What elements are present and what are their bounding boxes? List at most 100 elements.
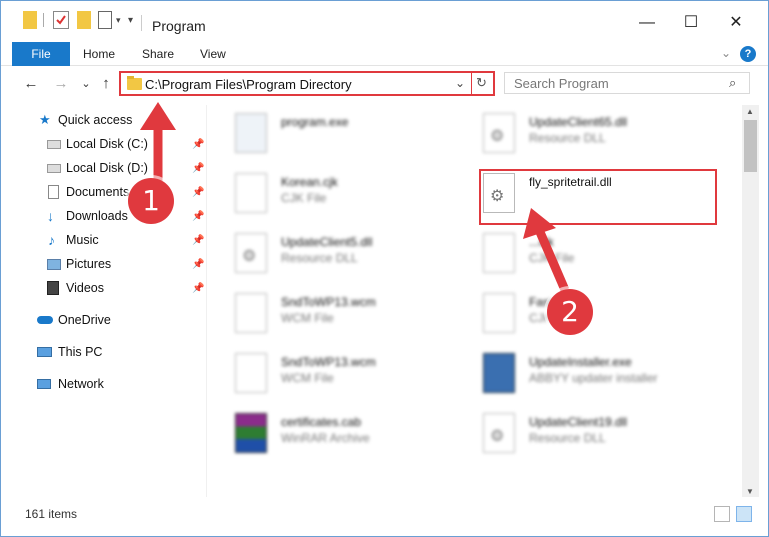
- item-count: 161 items: [25, 507, 78, 521]
- file-list: program.exe UpdateClient65.dll Resource …: [207, 105, 742, 497]
- exe-icon: [235, 113, 267, 153]
- qat-dropdown-icon[interactable]: ▾: [116, 15, 121, 33]
- list-item[interactable]: UpdateClient5.dll Resource DLL: [235, 231, 475, 287]
- ribbon-expand-icon[interactable]: ⌄: [721, 46, 731, 60]
- tab-home[interactable]: Home: [83, 42, 115, 66]
- file-name: SndToWP13.wcm: [281, 355, 376, 369]
- dll-icon: [483, 113, 515, 153]
- up-button[interactable]: ↑: [96, 74, 116, 94]
- sidebar-item-label: Local Disk (D:): [66, 161, 148, 175]
- maximize-button[interactable]: ☐: [671, 9, 711, 37]
- drive-icon: [47, 164, 61, 173]
- qat-more-icon[interactable]: ▾: [128, 15, 133, 33]
- star-icon: ★: [39, 112, 51, 127]
- search-icon[interactable]: ⌕: [729, 75, 736, 91]
- list-item[interactable]: Fast....cjk CJK File: [483, 291, 723, 347]
- step-1-badge: 1: [128, 178, 174, 224]
- sidebar-item-label: Music: [66, 233, 99, 247]
- file-name: certificates.cab: [281, 415, 362, 429]
- file-name: UpdateClient19.dll: [529, 415, 628, 429]
- pin-icon[interactable]: 📌: [192, 259, 204, 270]
- pin-icon[interactable]: 📌: [192, 163, 204, 174]
- file-name: SndToWP13.wcm: [281, 295, 376, 309]
- sidebar-item-label: Network: [58, 377, 104, 391]
- network-icon: [37, 379, 51, 389]
- tab-view[interactable]: View: [200, 42, 226, 66]
- pin-icon[interactable]: 📌: [192, 139, 204, 150]
- documents-icon: [48, 185, 59, 199]
- refresh-icon[interactable]: ↻: [476, 75, 487, 91]
- details-view-icon[interactable]: [714, 506, 730, 522]
- title-separator: [141, 15, 142, 31]
- pin-icon[interactable]: 📌: [192, 283, 204, 294]
- downloads-icon: ↓: [47, 208, 54, 224]
- folder-icon: [23, 11, 37, 29]
- list-item[interactable]: certificates.cab WinRAR Archive: [235, 411, 475, 467]
- close-button[interactable]: ✕: [716, 9, 756, 37]
- list-item[interactable]: ...cjk CJK File: [483, 231, 723, 287]
- qat-separator: [43, 13, 44, 27]
- address-separator: [471, 73, 472, 94]
- file-icon: [235, 353, 267, 393]
- address-bar[interactable]: C:\Program Files\Program Directory ⌄ ↻: [119, 71, 495, 96]
- new-folder-icon[interactable]: [77, 11, 91, 29]
- list-item[interactable]: program.exe: [235, 111, 475, 167]
- address-dropdown-icon[interactable]: ⌄: [455, 76, 465, 90]
- pin-icon[interactable]: 📌: [192, 211, 204, 222]
- scroll-down-icon[interactable]: ▼: [746, 487, 754, 496]
- file-name: UpdateClient65.dll: [529, 115, 628, 129]
- recent-locations-button[interactable]: ⌄: [76, 74, 96, 94]
- dll-icon: [483, 413, 515, 453]
- explorer-window: ▾ ▾ Program — ☐ ✕ File Home Share View ⌄…: [0, 0, 769, 537]
- search-input[interactable]: Search Program ⌕: [504, 72, 750, 94]
- tab-share[interactable]: Share: [142, 42, 174, 66]
- folder-icon: [127, 76, 142, 90]
- sidebar-item-label: OneDrive: [58, 313, 111, 327]
- tab-file[interactable]: File: [12, 42, 70, 66]
- pin-icon[interactable]: 📌: [192, 235, 204, 246]
- address-path[interactable]: C:\Program Files\Program Directory: [145, 77, 352, 92]
- list-item[interactable]: UpdateClient65.dll Resource DLL: [483, 111, 723, 167]
- back-button[interactable]: ←: [21, 74, 41, 94]
- tiles-view-icon[interactable]: [736, 506, 752, 522]
- properties-icon[interactable]: [53, 11, 69, 29]
- list-item[interactable]: UpdateInstaller.exe ABBYY updater instal…: [483, 351, 723, 407]
- file-type: Resource DLL: [529, 131, 606, 145]
- help-icon[interactable]: ?: [740, 46, 756, 62]
- title-bar: ▾ ▾ Program — ☐ ✕: [1, 1, 768, 37]
- pin-icon[interactable]: 📌: [192, 187, 204, 198]
- file-name: Korean.cjk: [281, 175, 338, 189]
- videos-icon: [47, 281, 59, 295]
- file-type: WinRAR Archive: [281, 431, 370, 445]
- list-item[interactable]: Korean.cjk CJK File: [235, 171, 475, 227]
- file-icon: [235, 293, 267, 333]
- vertical-scrollbar[interactable]: ▲ ▼: [742, 105, 759, 497]
- window-title: Program: [152, 18, 206, 34]
- music-icon: ♪: [48, 232, 55, 248]
- list-item[interactable]: SndToWP13.wcm WCM File: [235, 291, 475, 347]
- file-icon: [235, 173, 267, 213]
- file-type: WCM File: [281, 371, 334, 385]
- sidebar-item-label: Videos: [66, 281, 104, 295]
- pictures-icon: [47, 259, 61, 270]
- list-item[interactable]: UpdateClient19.dll Resource DLL: [483, 411, 723, 467]
- sidebar-item-label: Downloads: [66, 209, 128, 223]
- sidebar-item-label: Documents: [66, 185, 130, 199]
- customize-icon[interactable]: [98, 11, 112, 29]
- ribbon-tabs: File Home Share View ⌄ ?: [1, 42, 768, 66]
- dll-icon: [235, 233, 267, 273]
- file-type: CJK File: [281, 191, 327, 205]
- scroll-up-icon[interactable]: ▲: [746, 107, 754, 116]
- file-icon: [483, 233, 515, 273]
- forward-button[interactable]: →: [51, 74, 71, 94]
- file-name: UpdateClient5.dll: [281, 235, 373, 249]
- sidebar-item-label: Quick access: [58, 113, 133, 127]
- sidebar-item-label: Local Disk (C:): [66, 137, 148, 151]
- cloud-icon: [37, 316, 53, 324]
- scroll-thumb[interactable]: [744, 120, 757, 172]
- target-file-highlight: [479, 169, 717, 225]
- minimize-button[interactable]: —: [627, 9, 667, 37]
- step-2-badge: 2: [547, 289, 593, 335]
- list-item[interactable]: SndToWP13.wcm WCM File: [235, 351, 475, 407]
- file-type: ABBYY updater installer: [529, 371, 658, 385]
